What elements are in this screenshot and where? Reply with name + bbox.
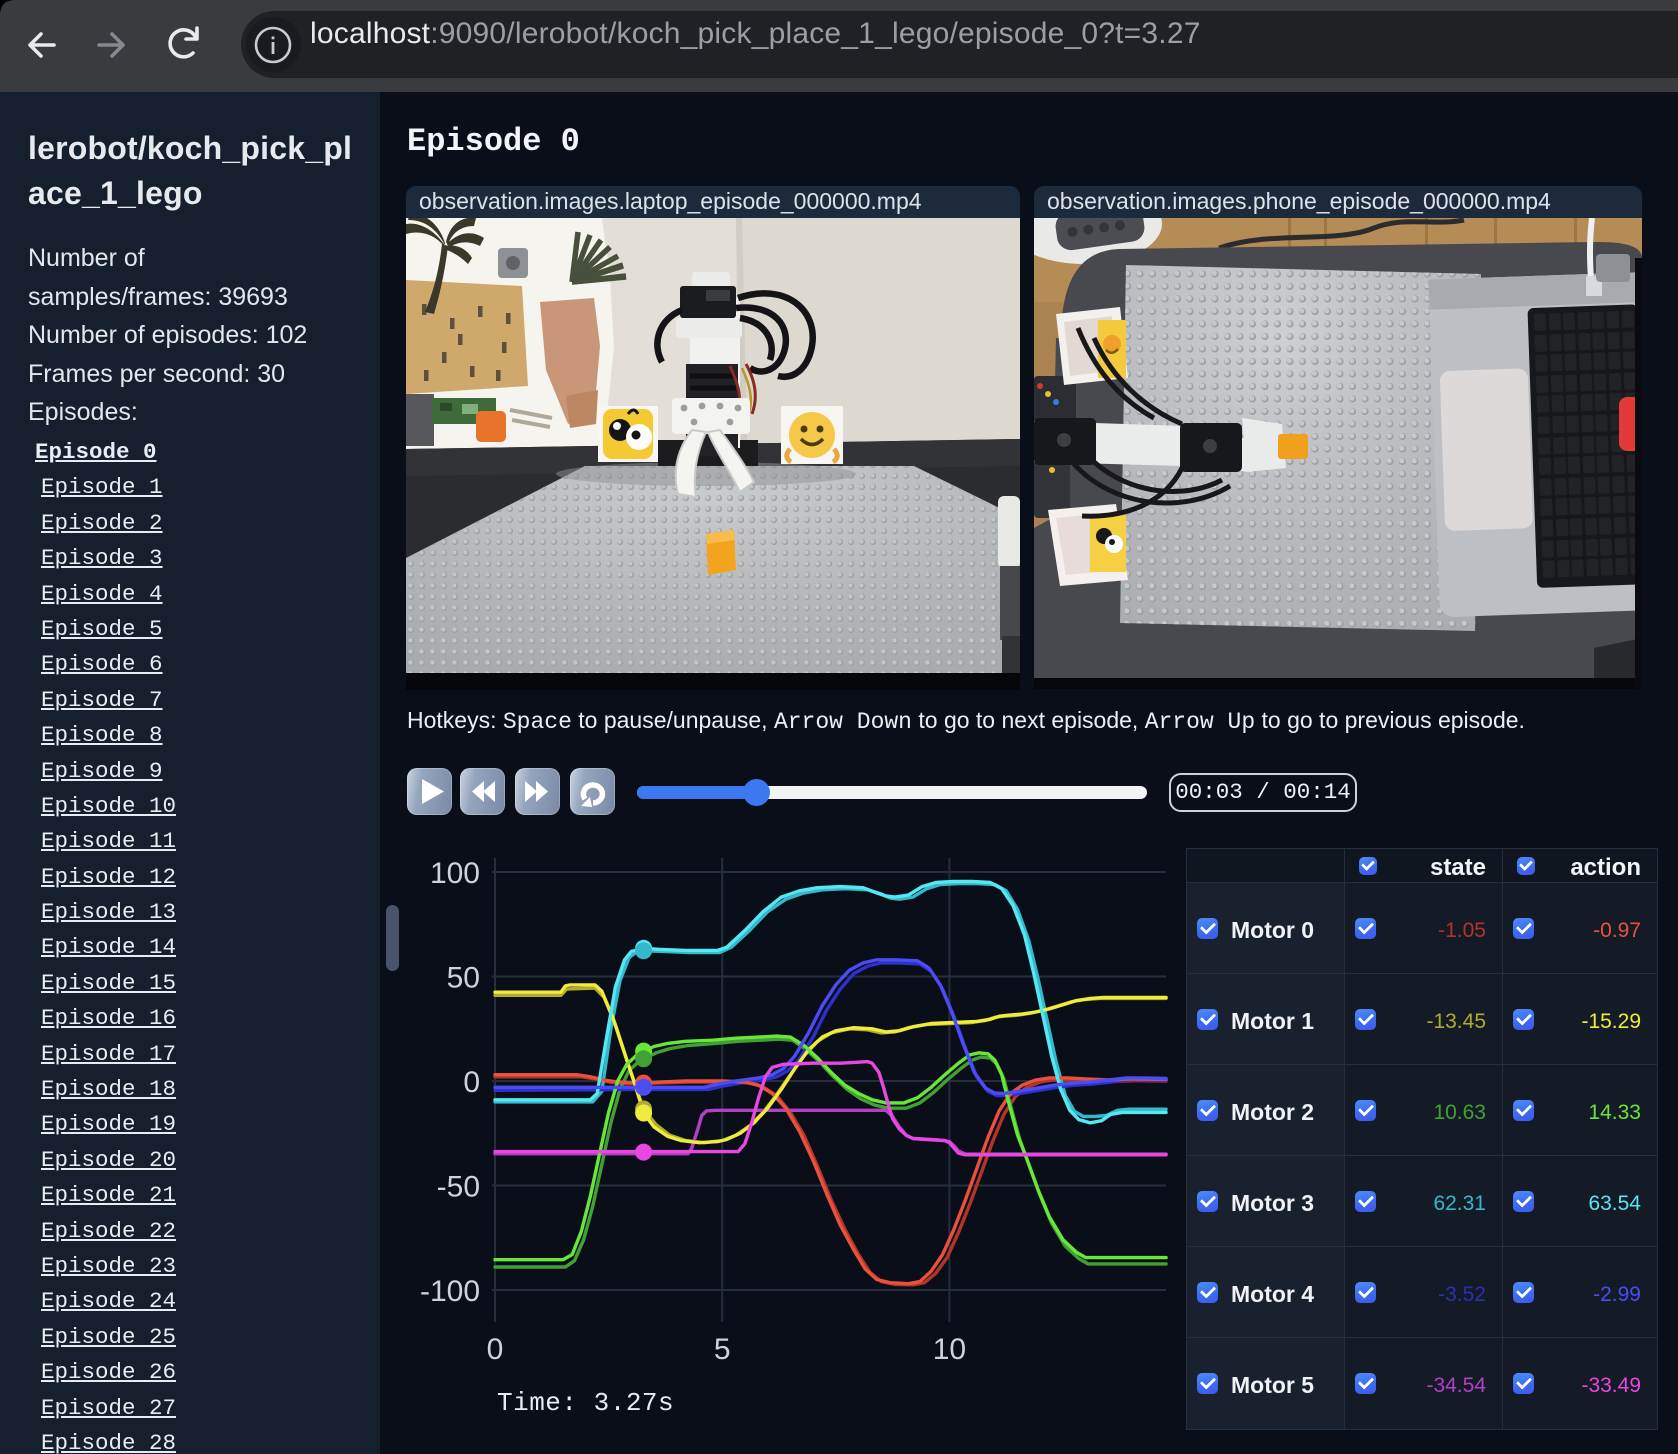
- svg-text:-100: -100: [420, 1275, 480, 1308]
- svg-text:0: 0: [463, 1066, 480, 1099]
- svg-text:50: 50: [447, 962, 480, 995]
- svg-text:100: 100: [430, 857, 480, 890]
- svg-text:10: 10: [933, 1333, 966, 1366]
- svg-text:0: 0: [487, 1333, 504, 1366]
- svg-text:-50: -50: [437, 1171, 480, 1204]
- svg-text:5: 5: [714, 1333, 731, 1366]
